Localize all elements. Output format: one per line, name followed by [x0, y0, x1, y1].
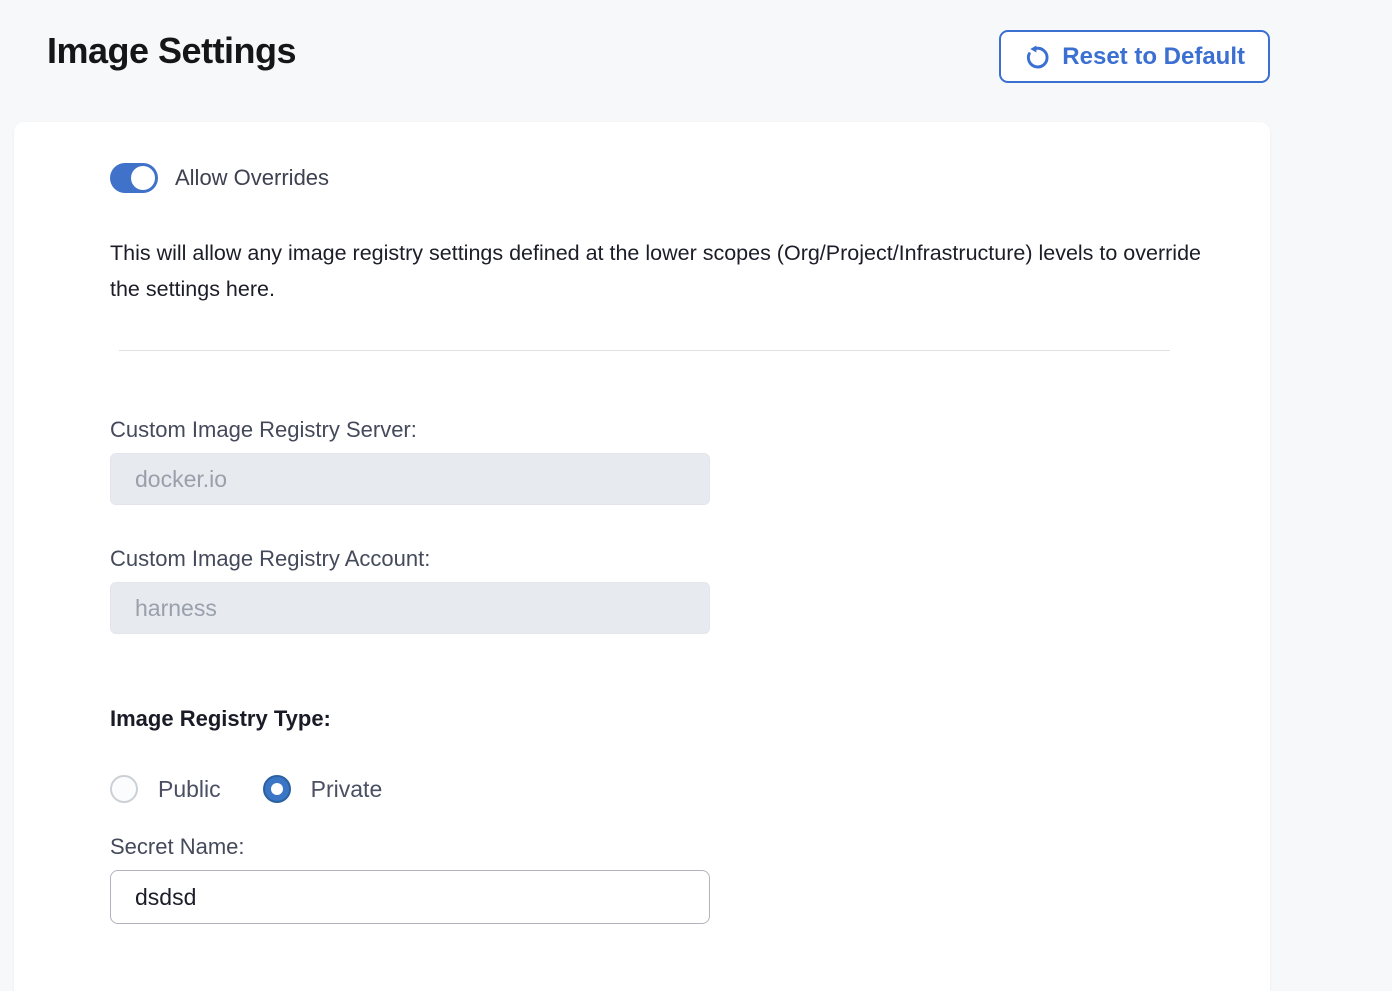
overrides-description: This will allow any image registry setti… — [110, 235, 1222, 307]
page-title: Image Settings — [47, 30, 296, 72]
registry-server-label: Custom Image Registry Server: — [110, 417, 1230, 443]
radio-option-public[interactable]: Public — [110, 775, 221, 803]
radio-selected-icon — [263, 775, 291, 803]
radio-selected-dot — [271, 783, 283, 795]
registry-account-label: Custom Image Registry Account: — [110, 546, 1230, 572]
registry-server-input — [110, 453, 710, 505]
allow-overrides-row: Allow Overrides — [110, 163, 1230, 193]
registry-account-input — [110, 582, 710, 634]
registry-type-group: Image Registry Type: Public Private — [110, 706, 1230, 803]
secret-name-label: Secret Name: — [110, 834, 1230, 860]
registry-type-options: Public Private — [110, 775, 1230, 803]
secret-name-group: Secret Name: — [110, 834, 1230, 924]
registry-account-group: Custom Image Registry Account: — [110, 546, 1230, 634]
reset-to-default-button[interactable]: Reset to Default — [999, 30, 1270, 83]
secret-name-input[interactable] — [110, 870, 710, 924]
registry-type-label: Image Registry Type: — [110, 706, 1230, 732]
allow-overrides-label: Allow Overrides — [175, 165, 329, 191]
toggle-knob — [131, 166, 155, 190]
registry-server-group: Custom Image Registry Server: — [110, 417, 1230, 505]
allow-overrides-toggle[interactable] — [110, 163, 158, 193]
image-settings-card: Allow Overrides This will allow any imag… — [14, 122, 1270, 991]
radio-public-label: Public — [158, 776, 221, 803]
reset-icon — [1024, 43, 1051, 70]
radio-option-private[interactable]: Private — [263, 775, 383, 803]
radio-private-label: Private — [311, 776, 383, 803]
radio-unselected-icon — [110, 775, 138, 803]
section-divider — [119, 350, 1170, 351]
reset-button-label: Reset to Default — [1062, 43, 1245, 71]
page-header: Image Settings Reset to Default — [0, 0, 1392, 122]
